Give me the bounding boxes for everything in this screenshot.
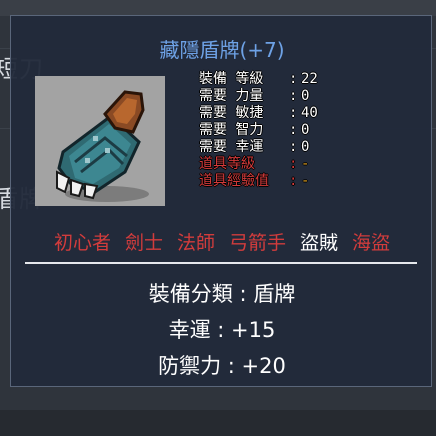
stat-label: 裝備 等級 xyxy=(199,71,264,87)
stat-value: - xyxy=(301,173,310,189)
background-bottom-strip xyxy=(0,410,436,436)
stat-row-luk: 需要 幸運:0 xyxy=(199,139,310,155)
background-top-strip xyxy=(0,0,436,16)
item-category: 裝備分類 : 盾牌 xyxy=(148,282,296,306)
stat-label: 需要 力量 xyxy=(199,88,264,104)
shield-bracer-icon xyxy=(56,90,149,202)
stat-label: 需要 敏捷 xyxy=(199,105,264,121)
job-bowman: 弓箭手 xyxy=(229,232,287,254)
item-luck-bonus: 幸運 : +15 xyxy=(168,318,276,342)
job-pirate: 海盜 xyxy=(352,232,391,254)
stat-label: 道具經驗值 xyxy=(199,173,269,189)
stat-value: 0 xyxy=(301,88,310,104)
stat-row-dex: 需要 敏捷:40 xyxy=(199,105,318,121)
stat-row-int: 需要 智力:0 xyxy=(199,122,310,138)
job-thief: 盜賊 xyxy=(300,232,339,254)
stat-label: 道具等級 xyxy=(199,156,255,172)
job-warrior: 劍士 xyxy=(124,232,163,254)
item-defense: 防禦力 : +20 xyxy=(158,354,286,378)
item-stats: 裝備 等級:22 需要 力量:0 需要 敏捷:40 需要 智力:0 需要 幸運:… xyxy=(199,71,399,190)
stat-value: 40 xyxy=(301,105,318,121)
item-title: 藏隱盾牌(+7) xyxy=(159,38,285,62)
item-icon-frame xyxy=(35,76,165,206)
stat-row-item-exp: 道具經驗值: - xyxy=(199,173,310,189)
job-requirements: 初心者 劍士 法師 弓箭手 盜賊 海盜 xyxy=(11,228,433,255)
stat-value: 0 xyxy=(301,122,310,138)
job-beginner: 初心者 xyxy=(53,232,111,254)
stat-row-level: 裝備 等級:22 xyxy=(199,71,318,87)
stat-value: - xyxy=(301,156,310,172)
stat-label: 需要 幸運 xyxy=(199,139,264,155)
stat-value: 22 xyxy=(301,71,318,87)
stat-row-item-level: 道具等級: - xyxy=(199,156,310,172)
stat-value: 0 xyxy=(301,139,310,155)
stat-row-str: 需要 力量:0 xyxy=(199,88,310,104)
stat-label: 需要 智力 xyxy=(199,122,264,138)
tooltip-divider xyxy=(25,262,417,264)
item-tooltip: 藏隱盾牌(+7) 裝備 等級:22 需要 力量:0 需要 敏捷: 40 需要 … xyxy=(10,15,432,387)
job-magician: 法師 xyxy=(176,232,215,254)
